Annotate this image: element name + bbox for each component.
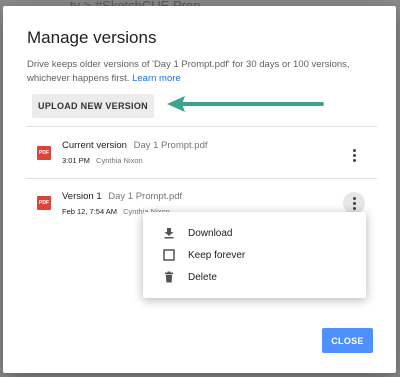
menu-item-label: Download — [188, 227, 233, 239]
version-context-menu: Download Keep forever Delete — [143, 212, 366, 298]
annotation-arrow-icon — [167, 96, 324, 112]
version-row-current[interactable]: PDF Current version Day 1 Prompt.pdf 3:0… — [27, 136, 377, 182]
version-meta: 3:01 PM Cynthia Nixon — [62, 156, 143, 165]
menu-item-label: Keep forever — [188, 249, 246, 261]
more-options-button[interactable] — [343, 144, 365, 166]
version-label: Version 1 — [62, 191, 102, 202]
divider — [26, 178, 377, 179]
pdf-icon: PDF — [37, 196, 51, 210]
version-label: Current version — [62, 140, 127, 151]
learn-more-link[interactable]: Learn more — [132, 73, 181, 84]
version-filename: Day 1 Prompt.pdf — [108, 191, 183, 202]
pdf-icon: PDF — [37, 146, 51, 160]
description-text: Drive keeps older versions of 'Day 1 Pro… — [27, 59, 350, 84]
more-vert-icon — [352, 196, 356, 210]
close-button[interactable]: CLOSE — [322, 328, 373, 353]
menu-item-delete[interactable]: Delete — [143, 266, 366, 288]
manage-versions-dialog: Manage versions Drive keeps older versio… — [3, 6, 396, 373]
dialog-description: Drive keeps older versions of 'Day 1 Pro… — [27, 58, 367, 86]
version-author: Cynthia Nixon — [96, 156, 143, 165]
version-title: Current version Day 1 Prompt.pdf — [62, 140, 208, 151]
checkbox-icon[interactable] — [163, 249, 175, 261]
more-options-button[interactable] — [343, 192, 365, 214]
trash-icon — [163, 271, 175, 283]
menu-item-keep-forever[interactable]: Keep forever — [143, 244, 366, 266]
more-vert-icon — [352, 148, 356, 162]
menu-item-download[interactable]: Download — [143, 222, 366, 244]
version-time: Feb 12, 7:54 AM — [62, 207, 118, 216]
version-time: 3:01 PM — [62, 156, 90, 165]
dialog-title: Manage versions — [27, 28, 157, 47]
download-icon — [163, 227, 175, 239]
version-title: Version 1 Day 1 Prompt.pdf — [62, 191, 182, 202]
divider — [26, 126, 377, 127]
menu-item-label: Delete — [188, 271, 217, 283]
upload-new-version-button[interactable]: UPLOAD NEW VERSION — [32, 94, 154, 118]
version-filename: Day 1 Prompt.pdf — [133, 140, 208, 151]
